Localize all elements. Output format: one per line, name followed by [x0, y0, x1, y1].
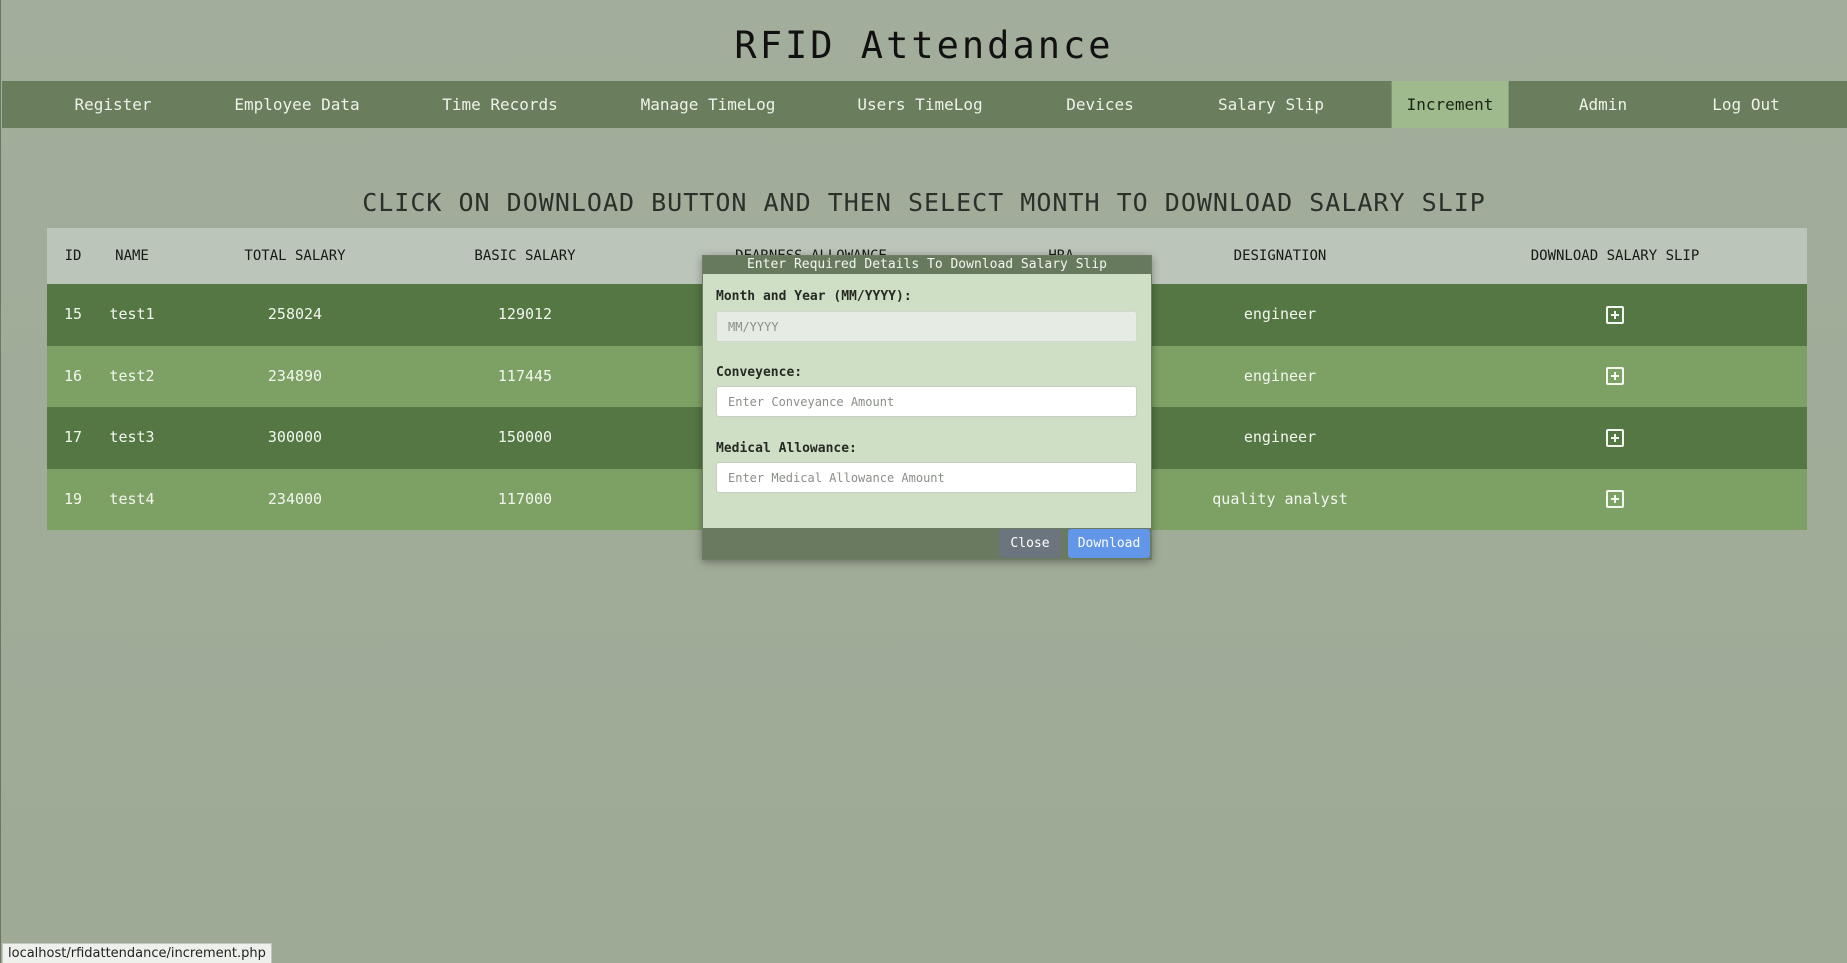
download-button[interactable]: Download [1068, 529, 1150, 558]
plus-square-icon[interactable] [1606, 490, 1624, 509]
cell-id: 17 [63, 428, 83, 446]
navbar: Register Employee Data Time Records Mana… [2, 81, 1847, 128]
nav-log-out[interactable]: Log Out [1698, 81, 1793, 128]
header-id: ID [64, 248, 82, 264]
plus-square-icon[interactable] [1606, 367, 1624, 386]
conveyance-label: Conveyence: [716, 365, 803, 380]
plus-square-icon[interactable] [1606, 305, 1624, 324]
cell-designation: engineer [1243, 428, 1317, 446]
plus-square-icon[interactable] [1606, 428, 1624, 447]
month-year-input[interactable] [716, 311, 1137, 342]
cell-designation: quality analyst [1212, 489, 1348, 508]
cell-id: 16 [63, 366, 83, 385]
nav-register[interactable]: Register [60, 81, 165, 128]
cell-name: test1 [109, 305, 155, 323]
cell-total-salary: 300000 [267, 428, 323, 446]
header-name: NAME [115, 248, 149, 264]
header-basic-salary: BASIC SALARY [474, 248, 576, 264]
nav-devices[interactable]: Devices [1052, 81, 1147, 128]
medical-allowance-label: Medical Allowance: [716, 441, 857, 456]
cell-basic-salary: 150000 [497, 428, 553, 446]
header-total-salary: TOTAL SALARY [244, 248, 346, 264]
nav-manage-timelog[interactable]: Manage TimeLog [627, 81, 790, 128]
month-year-label: Month and Year (MM/YYYY): [716, 289, 912, 304]
cell-total-salary: 234890 [267, 366, 323, 385]
cell-basic-salary: 117000 [497, 489, 553, 508]
app-title: RFID Attendance [734, 24, 1114, 67]
page-heading: CLICK ON DOWNLOAD BUTTON AND THEN SELECT… [362, 188, 1486, 217]
nav-salary-slip[interactable]: Salary Slip [1204, 81, 1338, 128]
header-download-salary-slip: DOWNLOAD SALARY SLIP [1530, 248, 1700, 264]
cell-designation: engineer [1243, 305, 1317, 323]
cell-basic-salary: 117445 [497, 366, 553, 385]
download-salary-slip-modal: Enter Required Details To Download Salar… [702, 255, 1152, 560]
nav-employee-data[interactable]: Employee Data [220, 81, 373, 128]
nav-increment[interactable]: Increment [1391, 81, 1509, 128]
nav-time-records[interactable]: Time Records [428, 81, 572, 128]
nav-users-timelog[interactable]: Users TimeLog [843, 81, 996, 128]
cell-name: test4 [109, 489, 155, 508]
modal-footer: Close Download [703, 528, 1151, 559]
cell-id: 15 [63, 305, 83, 323]
cell-basic-salary: 129012 [497, 305, 553, 323]
cell-total-salary: 234000 [267, 489, 323, 508]
modal-title: Enter Required Details To Download Salar… [703, 256, 1151, 274]
status-bar-url: localhost/rfidattendance/increment.php [2, 943, 272, 963]
conveyance-input[interactable] [716, 386, 1137, 417]
cell-id: 19 [63, 489, 83, 508]
medical-allowance-input[interactable] [716, 462, 1137, 493]
cell-name: test2 [109, 366, 155, 385]
nav-admin[interactable]: Admin [1565, 81, 1641, 128]
cell-designation: engineer [1243, 366, 1317, 385]
header-designation: DESIGNATION [1233, 248, 1327, 264]
cell-name: test3 [109, 428, 155, 446]
cell-total-salary: 258024 [267, 305, 323, 323]
close-button[interactable]: Close [999, 529, 1061, 558]
